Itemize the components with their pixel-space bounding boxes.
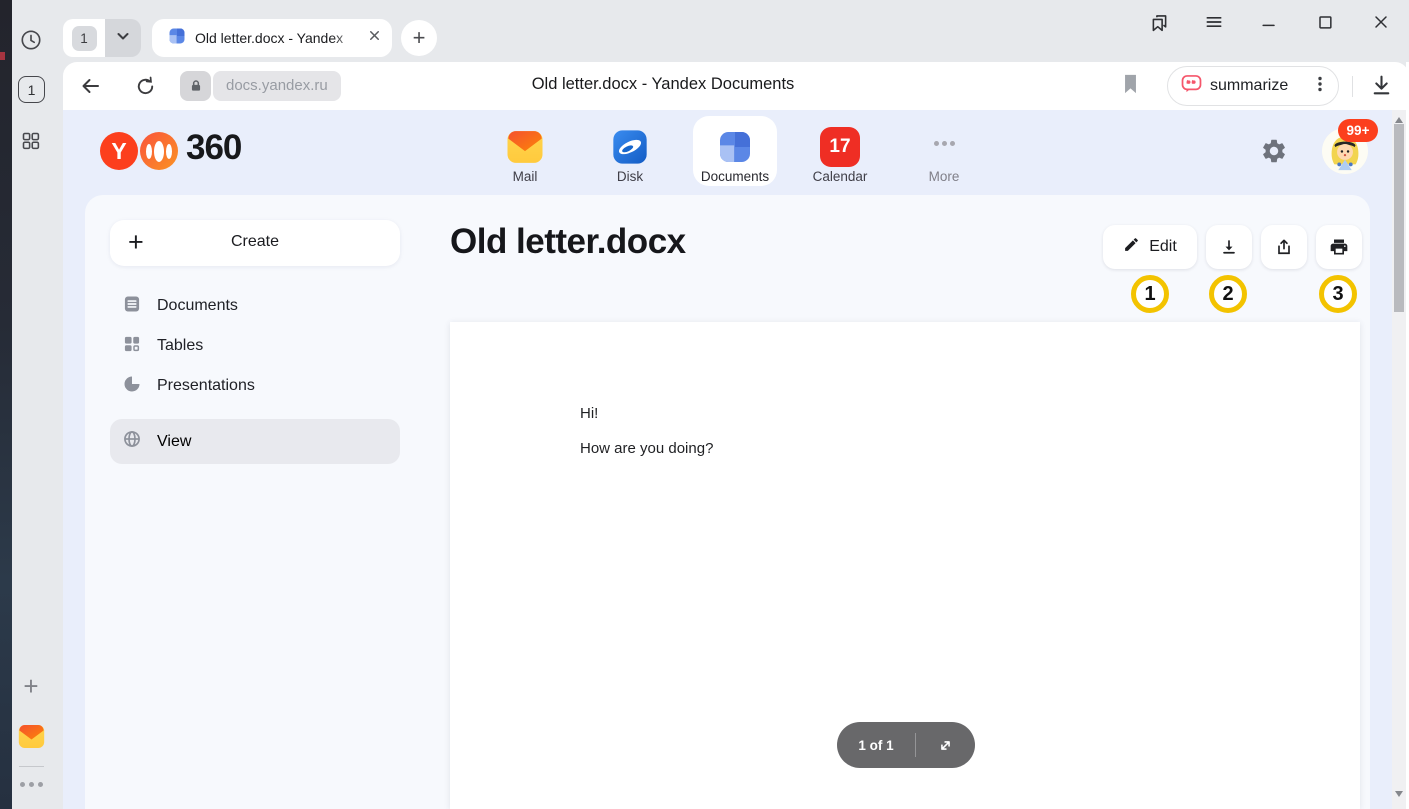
sidebar-item-view[interactable]: View: [110, 419, 400, 464]
new-tab-button[interactable]: +: [401, 20, 437, 56]
service-disk[interactable]: Disk: [588, 115, 672, 187]
mail-icon: [505, 127, 545, 167]
settings-gear-icon[interactable]: [1260, 137, 1288, 170]
edit-button[interactable]: Edit: [1103, 225, 1197, 269]
summarize-label: summarize: [1210, 77, 1288, 95]
downloads-icon[interactable]: [1369, 72, 1394, 103]
service-label: Documents: [693, 169, 777, 184]
document-title: Old letter.docx: [450, 222, 686, 262]
annotation-step-1: 1: [1131, 275, 1169, 313]
desktop-wallpaper-accent: [0, 52, 5, 60]
summarize-kebab-icon[interactable]: [1312, 75, 1328, 98]
chevron-down-icon: [115, 28, 131, 49]
print-button[interactable]: [1316, 225, 1362, 269]
service-label: Mail: [483, 169, 567, 184]
sidebar-add-icon[interactable]: +: [18, 672, 44, 700]
tableau-grid-icon[interactable]: [20, 130, 41, 156]
sidebar-item-documents[interactable]: Documents: [110, 286, 400, 326]
minimize-button[interactable]: [1257, 10, 1281, 34]
summarize-button[interactable]: summarize: [1167, 66, 1339, 106]
service-documents[interactable]: Documents: [693, 115, 777, 187]
workspace-button[interactable]: 1: [18, 76, 45, 103]
scroll-up-arrow[interactable]: [1395, 117, 1403, 123]
create-label: Create: [110, 233, 400, 251]
pencil-icon: [1123, 236, 1140, 258]
sidebar-item-tables[interactable]: Tables: [110, 326, 400, 366]
create-button[interactable]: + Create: [110, 220, 400, 266]
sidebar-item-presentations[interactable]: Presentations: [110, 366, 400, 406]
logo-360-text: 360: [186, 128, 241, 168]
presentations-pie-icon: [122, 374, 142, 399]
share-button[interactable]: [1261, 225, 1307, 269]
page-count-label: 1 of 1: [837, 738, 915, 753]
sidebar-item-label: Presentations: [157, 377, 255, 395]
download-button[interactable]: [1206, 225, 1252, 269]
browser-window: 1 + 1 Old l: [0, 0, 1409, 809]
maximize-button[interactable]: [1313, 10, 1337, 34]
document-text-line: How are you doing?: [580, 440, 713, 457]
service-mail[interactable]: Mail: [483, 115, 567, 187]
address-bar[interactable]: docs.yandex.ru: [180, 71, 341, 101]
page-indicator[interactable]: 1 of 1: [837, 722, 975, 768]
disk-icon: [610, 127, 650, 167]
scrollbar-thumb[interactable]: [1394, 124, 1404, 312]
browser-menu-icon[interactable]: [1202, 10, 1226, 34]
more-icon: [902, 141, 986, 146]
lock-icon[interactable]: [180, 71, 211, 101]
documents-icon: [715, 127, 755, 167]
document-text-line: Hi!: [580, 405, 598, 422]
toolbar-divider: [1352, 76, 1353, 97]
globe-icon: [122, 429, 142, 454]
service-label: Disk: [588, 169, 672, 184]
service-calendar[interactable]: 17 Calendar: [798, 115, 882, 187]
tab-group-selector[interactable]: 1: [63, 19, 141, 57]
page-title: Old letter.docx - Yandex Documents: [532, 75, 795, 94]
tab-group-count[interactable]: 1: [63, 19, 105, 57]
rail-more-icon[interactable]: [19, 782, 44, 790]
rail-divider: [19, 766, 44, 767]
annotation-step-2: 2: [1209, 275, 1247, 313]
tab-title: Old letter.docx - Yandex: [195, 30, 359, 46]
close-window-button[interactable]: [1369, 10, 1393, 34]
back-button[interactable]: [78, 74, 103, 103]
notification-badge: 99+: [1338, 119, 1378, 142]
tab-group-badge: 1: [72, 26, 97, 51]
documents-list-icon: [122, 294, 142, 319]
annotation-step-3: 3: [1319, 275, 1357, 313]
bookmark-icon[interactable]: [1122, 74, 1139, 99]
edit-label: Edit: [1149, 238, 1177, 256]
yandex-mail-app-icon[interactable]: [17, 722, 46, 756]
sidebar-item-label: Tables: [157, 337, 203, 355]
sidebar-item-label: View: [157, 433, 191, 451]
yandex-logo-icon[interactable]: Y: [100, 132, 138, 170]
history-clock-icon[interactable]: [20, 29, 42, 56]
service-label: More: [902, 169, 986, 184]
documents-file-icon: [167, 26, 187, 51]
tab-group-dropdown[interactable]: [105, 19, 141, 57]
service-label: Calendar: [798, 169, 882, 184]
side-panel-icon[interactable]: [1147, 10, 1171, 34]
fullscreen-expand-icon[interactable]: [916, 736, 975, 755]
summarize-quote-icon: [1180, 73, 1203, 100]
url-text[interactable]: docs.yandex.ru: [213, 71, 341, 101]
scroll-down-arrow[interactable]: [1395, 791, 1403, 797]
browser-tab[interactable]: Old letter.docx - Yandex: [152, 19, 392, 57]
refresh-icon[interactable]: [134, 75, 157, 103]
tab-close-icon[interactable]: [367, 28, 382, 48]
desktop-edge: [0, 0, 12, 809]
tables-icon: [122, 334, 142, 359]
yandex-360-logo-icon[interactable]: [140, 132, 178, 170]
service-more[interactable]: More: [902, 115, 986, 187]
sidebar-item-label: Documents: [157, 297, 238, 315]
calendar-icon: 17: [820, 127, 860, 167]
